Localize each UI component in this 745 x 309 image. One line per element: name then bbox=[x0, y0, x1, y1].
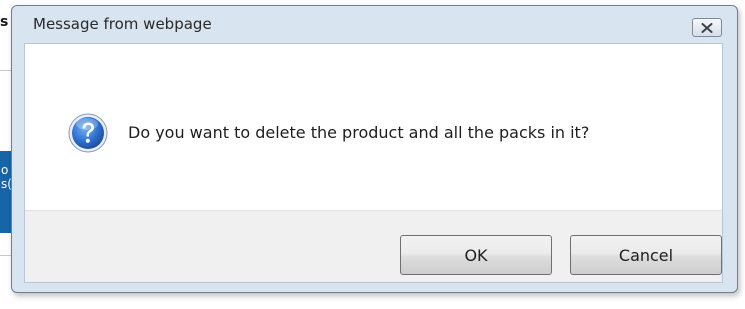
message-dialog: Message from webpage Do you want to dele… bbox=[11, 5, 738, 293]
dialog-titlebar[interactable]: Message from webpage bbox=[12, 6, 737, 39]
button-area: OK Cancel bbox=[25, 210, 722, 282]
dialog-body: Do you want to delete the product and al… bbox=[24, 43, 723, 283]
close-button[interactable] bbox=[692, 18, 722, 37]
close-icon bbox=[701, 22, 713, 33]
dialog-message: Do you want to delete the product and al… bbox=[128, 123, 590, 142]
message-area: Do you want to delete the product and al… bbox=[25, 44, 722, 210]
question-icon bbox=[68, 113, 108, 153]
dialog-title: Message from webpage bbox=[33, 15, 212, 33]
cancel-button[interactable]: Cancel bbox=[570, 235, 722, 275]
ok-button[interactable]: OK bbox=[400, 235, 552, 275]
